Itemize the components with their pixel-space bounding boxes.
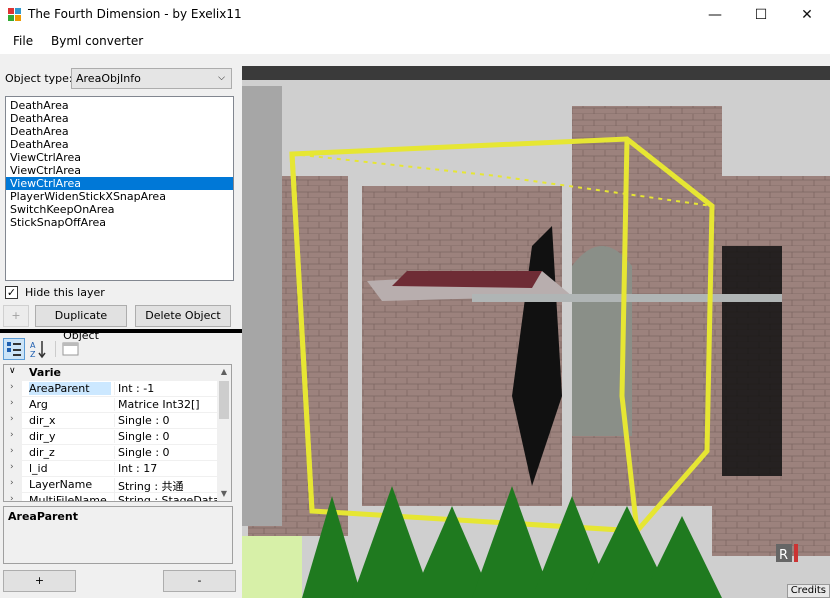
list-item[interactable]: DeathArea	[6, 125, 233, 138]
title-bar: The Fourth Dimension - by Exelix11 — ☐ ✕	[0, 0, 830, 30]
chevron-right-icon[interactable]: ›	[10, 398, 14, 408]
add-object-button[interactable]: +	[3, 305, 29, 327]
property-name: MultiFileName	[29, 494, 107, 502]
property-value[interactable]: Int : -1	[114, 382, 217, 395]
object-type-label: Object type:	[5, 72, 73, 85]
list-item[interactable]: SwitchKeepOnArea	[6, 203, 233, 216]
property-row[interactable]: › LayerName String : 共通	[4, 477, 231, 494]
shadow-right	[722, 246, 782, 476]
list-item[interactable]: DeathArea	[6, 112, 233, 125]
grey-wall-left	[242, 86, 282, 526]
property-value[interactable]: Single : 0	[114, 414, 217, 427]
chevron-right-icon[interactable]: ›	[10, 478, 14, 488]
toolbar-divider	[55, 341, 56, 357]
list-item-selected[interactable]: ViewCtrlArea	[6, 177, 233, 190]
maximize-button[interactable]: ☐	[738, 0, 784, 30]
property-name: dir_z	[29, 446, 55, 459]
property-value[interactable]: Single : 0	[114, 446, 217, 459]
list-item[interactable]: ViewCtrlArea	[6, 151, 233, 164]
chevron-right-icon[interactable]: ›	[10, 494, 14, 501]
red-platform	[392, 271, 542, 288]
minimize-button[interactable]: —	[692, 0, 738, 30]
app-icon	[8, 8, 21, 21]
property-row[interactable]: › dir_z Single : 0	[4, 445, 231, 461]
list-item[interactable]: StickSnapOffArea	[6, 216, 233, 229]
property-pages-icon[interactable]	[60, 338, 82, 360]
credits-button[interactable]: Credits	[786, 584, 830, 598]
menu-byml-converter[interactable]: Byml converter	[51, 34, 143, 48]
chevron-down-icon[interactable]: ∨	[9, 366, 16, 376]
object-type-dropdown[interactable]: AreaObjInfo ⌵	[71, 68, 232, 89]
object-type-value: AreaObjInfo	[76, 72, 141, 85]
object-list[interactable]: DeathArea DeathArea DeathArea DeathArea …	[5, 96, 234, 281]
property-value[interactable]: Int : 17	[114, 462, 217, 475]
viewport-scene: R	[242, 66, 830, 598]
property-name: dir_x	[29, 414, 56, 427]
property-row[interactable]: › l_id Int : 17	[4, 461, 231, 477]
delete-object-button[interactable]: Delete Object	[135, 305, 231, 327]
property-grid-scrollbar[interactable]: ▲ ▼	[217, 365, 231, 501]
scroll-down-icon[interactable]: ▼	[217, 487, 231, 501]
property-value[interactable]: String : 共通	[114, 478, 217, 494]
window-title: The Fourth Dimension - by Exelix11	[28, 7, 242, 21]
3d-viewport[interactable]: R Credits	[242, 66, 830, 598]
categorized-icon[interactable]	[3, 338, 25, 360]
bottom-remove-button[interactable]: -	[163, 570, 236, 592]
svg-text:A: A	[30, 341, 36, 350]
property-name: dir_y	[29, 430, 56, 443]
category-name: Varie	[29, 366, 61, 379]
property-row[interactable]: › AreaParent Int : -1	[4, 381, 231, 397]
chevron-right-icon[interactable]: ›	[10, 446, 14, 456]
background-dark	[242, 66, 830, 80]
chevron-right-icon[interactable]: ›	[10, 382, 14, 392]
pipe	[472, 294, 782, 302]
bottom-add-button[interactable]: +	[3, 570, 76, 592]
property-name: AreaParent	[29, 382, 111, 395]
scrollbar-thumb[interactable]	[219, 381, 229, 419]
chevron-right-icon[interactable]: ›	[10, 430, 14, 440]
r-logo: R	[776, 544, 798, 563]
property-value[interactable]: Matrice Int32[]	[114, 398, 217, 411]
property-grid-toolbar: A Z	[3, 338, 239, 362]
property-grid[interactable]: ∨ Varie › AreaParent Int : -1 › Arg Matr…	[3, 364, 232, 502]
property-name: Arg	[29, 398, 48, 411]
close-button[interactable]: ✕	[784, 0, 830, 30]
chevron-right-icon[interactable]: ›	[10, 462, 14, 472]
chevron-right-icon[interactable]: ›	[10, 414, 14, 424]
grass	[242, 536, 302, 598]
description-title: AreaParent	[8, 510, 78, 523]
hide-layer-label: Hide this layer	[25, 286, 105, 299]
svg-text:R: R	[779, 548, 788, 563]
list-item[interactable]: PlayerWidenStickXSnapArea	[6, 190, 233, 203]
menu-bar: File Byml converter	[0, 30, 830, 54]
list-item[interactable]: DeathArea	[6, 138, 233, 151]
property-row[interactable]: › MultiFileName String : StageData_to	[4, 493, 231, 502]
list-item[interactable]: ViewCtrlArea	[6, 164, 233, 177]
property-description: AreaParent	[3, 506, 233, 564]
sort-alphabetical-icon[interactable]: A Z	[28, 338, 50, 360]
property-row[interactable]: › Arg Matrice Int32[]	[4, 397, 231, 413]
property-value[interactable]: String : StageData_to	[114, 494, 217, 501]
property-category[interactable]: ∨ Varie	[4, 365, 231, 381]
property-row[interactable]: › dir_y Single : 0	[4, 429, 231, 445]
scroll-up-icon[interactable]: ▲	[217, 365, 231, 379]
property-value[interactable]: Single : 0	[114, 430, 217, 443]
duplicate-object-button[interactable]: Duplicate Object	[35, 305, 127, 342]
menu-file[interactable]: File	[13, 34, 33, 48]
chevron-down-icon: ⌵	[218, 73, 225, 83]
property-name: LayerName	[29, 478, 93, 491]
property-row[interactable]: › dir_x Single : 0	[4, 413, 231, 429]
list-item[interactable]: DeathArea	[6, 99, 233, 112]
property-name: l_id	[29, 462, 48, 475]
panel-splitter[interactable]	[0, 329, 242, 333]
svg-text:Z: Z	[30, 350, 36, 359]
hide-layer-checkbox[interactable]: ✓	[5, 286, 18, 299]
